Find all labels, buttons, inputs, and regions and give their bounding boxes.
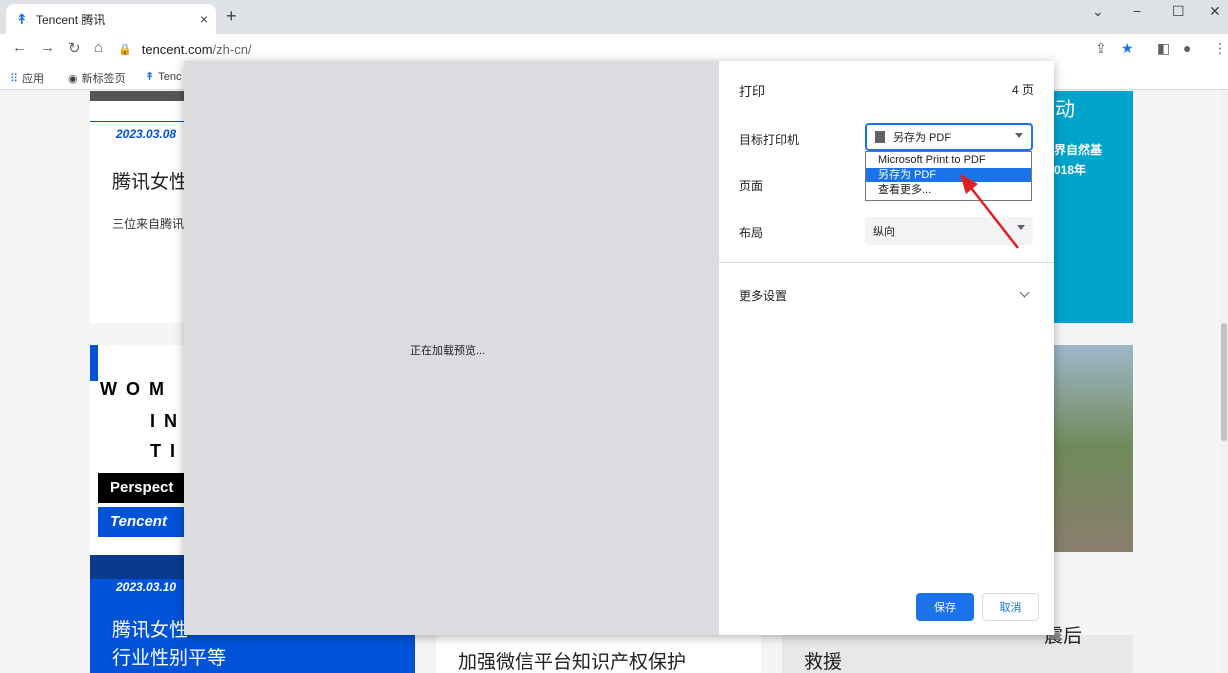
settings-divider	[719, 262, 1054, 263]
destination-label: 目标打印机	[739, 133, 800, 147]
news-desc: 三位来自腾讯	[112, 217, 185, 231]
news-date: 2023.03.08	[116, 127, 177, 141]
annotation-arrow-icon	[960, 174, 1019, 249]
side-panel-icon[interactable]: ◧	[1157, 40, 1170, 57]
earthquake-photo[interactable]	[1054, 345, 1133, 552]
address-toolbar: ← → ↻ ⌂ 🔒 tencent.com /zh-cn/ ⇪ ★ ◧ ● ⋮	[0, 34, 1228, 64]
address-bar[interactable]: 🔒 tencent.com /zh-cn/	[118, 37, 1218, 61]
bookmark-tencent[interactable]: ↟ Tenc	[145, 70, 182, 84]
url-path: /zh-cn/	[212, 41, 252, 57]
bookmark-star-icon[interactable]: ★	[1121, 40, 1134, 57]
menu-icon[interactable]: ⋮	[1213, 40, 1227, 57]
print-settings-panel: 打印 4 页 目标打印机 另存为 PDF Microsoft Print to …	[719, 61, 1054, 635]
news-date-2: 2023.03.10	[116, 580, 177, 594]
teal-news-card[interactable]	[1054, 91, 1133, 323]
bookmark-label: Tenc	[158, 70, 182, 83]
tab-search-icon[interactable]: ⌄	[1092, 3, 1104, 20]
teal-title-fragment: 动	[1055, 99, 1075, 121]
wom-line-2: I N	[150, 411, 180, 431]
destination-select[interactable]: 另存为 PDF	[865, 123, 1033, 151]
tencent-logo-icon: ↟	[16, 11, 28, 27]
bookmark-apps[interactable]: ⠿ 应用	[10, 70, 44, 86]
teal-text-1: 界自然基	[1054, 143, 1103, 157]
bookmark-label: 应用	[22, 73, 45, 85]
print-dialog: 正在加载预览... 打印 4 页 目标打印机 另存为 PDF Microsoft…	[184, 61, 1054, 635]
forward-button[interactable]: →	[40, 39, 55, 56]
wom-line-3: T I	[150, 441, 177, 461]
home-button[interactable]: ⌂	[94, 39, 103, 56]
globe-icon: ◉	[68, 72, 78, 85]
pdf-document-icon	[875, 131, 885, 143]
more-settings-toggle[interactable]: 更多设置	[739, 287, 787, 304]
back-button[interactable]: ←	[12, 39, 27, 56]
pages-label: 页面	[739, 179, 764, 193]
tab-close-button[interactable]: ×	[200, 11, 208, 27]
tab-title: Tencent 腾讯	[36, 12, 106, 27]
lock-icon[interactable]: 🔒	[118, 43, 132, 56]
browser-tab[interactable]: ↟ Tencent 腾讯 ×	[6, 4, 216, 34]
apps-grid-icon: ⠿	[10, 72, 19, 85]
news-title-2b[interactable]: 行业性别平等	[112, 645, 226, 673]
bookmark-new-tab[interactable]: ◉ 新标签页	[68, 70, 126, 86]
url-host: tencent.com	[141, 41, 213, 57]
layout-label: 布局	[739, 226, 764, 240]
news-title[interactable]: 腾讯女性	[112, 167, 188, 194]
tencent-logo-icon: ↟	[145, 71, 155, 83]
save-button[interactable]: 保存	[916, 593, 974, 621]
profile-avatar-icon[interactable]: ●	[1183, 40, 1191, 56]
news-title-2a[interactable]: 腾讯女性	[112, 617, 188, 645]
preview-loading-text: 正在加载预览...	[410, 345, 486, 357]
print-preview: 正在加载预览...	[184, 61, 719, 635]
page-count: 4 页	[1011, 83, 1034, 97]
tab-strip: ↟ Tencent 腾讯 × + ⌄ − ☐ ✕	[0, 0, 1228, 34]
reload-button[interactable]: ↻	[68, 39, 81, 57]
page-scrollbar[interactable]	[1220, 91, 1228, 673]
close-window-button[interactable]: ✕	[1209, 3, 1221, 20]
cancel-button[interactable]: 取消	[982, 593, 1039, 621]
dropdown-option-ms-pdf[interactable]: Microsoft Print to PDF	[866, 153, 1031, 167]
blue-accent-bar	[90, 345, 98, 381]
new-tab-button[interactable]: +	[226, 6, 237, 27]
teal-text-2: 018年	[1054, 163, 1087, 177]
share-icon[interactable]: ⇪	[1095, 40, 1107, 57]
maximize-button[interactable]: ☐	[1172, 3, 1185, 20]
bookmark-label: 新标签页	[81, 73, 126, 85]
arrow-shaft	[967, 183, 1019, 249]
wom-line-1: W O M	[100, 379, 166, 399]
perspect-text: Perspect	[110, 479, 174, 496]
layout-value: 纵向	[873, 226, 895, 238]
print-title: 打印	[739, 84, 766, 99]
scroll-thumb[interactable]	[1221, 323, 1227, 441]
chevron-down-icon	[1015, 133, 1023, 138]
news-title-4[interactable]: 救援	[804, 647, 842, 673]
news-title-3[interactable]: 加强微信平台知识产权保护	[458, 647, 686, 673]
destination-value: 另存为 PDF	[893, 132, 952, 144]
arrow-head	[960, 174, 978, 194]
minimize-button[interactable]: −	[1133, 3, 1141, 19]
expand-chevron-icon[interactable]	[1019, 287, 1030, 298]
tencent-banner-text: Tencent	[110, 513, 167, 530]
